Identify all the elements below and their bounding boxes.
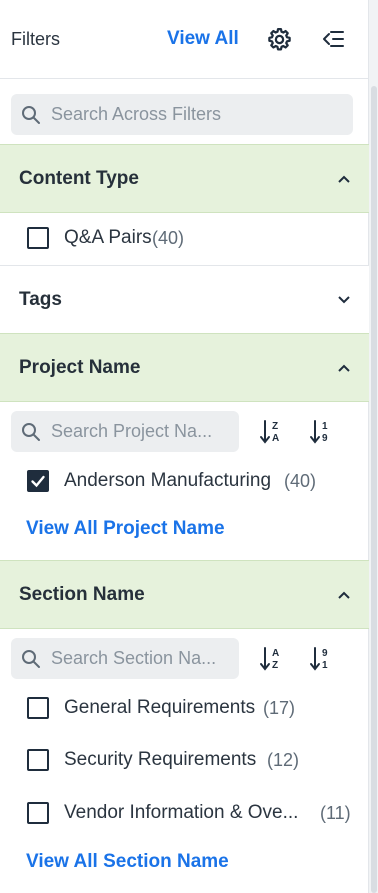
section-title: Tags [19,288,62,310]
svg-text:9: 9 [322,648,328,659]
search-icon [22,650,40,668]
search-across-filters [11,94,353,135]
sort-numeric-asc-icon[interactable]: 1 9 [309,418,333,446]
option-count: (11) [320,803,351,823]
section-header-project-name[interactable]: Project Name [0,333,369,402]
svg-text:A: A [272,433,279,444]
svg-text:Z: Z [272,421,278,432]
option-count: (17) [263,698,296,718]
option-count: (40) [152,228,185,248]
option-label: Vendor Information & Ove... [64,802,299,823]
section-header-tags[interactable]: Tags [0,265,369,334]
section-title: Project Name [19,356,141,378]
section-header-content-type[interactable]: Content Type [0,144,369,213]
filters-header: Filters View All [0,0,369,79]
svg-text:1: 1 [322,421,328,432]
section-header-section-name[interactable]: Section Name [0,560,369,629]
section-title: Section Name [19,583,145,605]
option-label: Anderson Manufacturing [64,470,272,491]
gear-icon[interactable] [266,26,293,53]
checkbox-security-requirements[interactable] [27,749,49,771]
chevron-up-icon[interactable] [336,587,352,603]
section-name-search [11,638,239,679]
collapse-left-icon[interactable] [320,27,346,51]
checkbox-qa-pairs[interactable] [27,227,49,249]
option-label: Q&A Pairs [64,227,152,248]
checkbox-anderson-manufacturing[interactable] [27,470,49,492]
checkbox-vendor-information[interactable] [27,802,49,824]
view-all-section-name-link[interactable]: View All Section Name [26,851,229,873]
view-all-project-name-link[interactable]: View All Project Name [26,518,225,540]
svg-text:1: 1 [322,660,328,671]
filters-title: Filters [11,29,60,49]
search-icon [22,423,40,441]
search-input[interactable] [51,94,346,135]
option-count: (40) [284,471,317,491]
chevron-up-icon[interactable] [336,171,352,187]
section-title: Content Type [19,167,139,189]
section-name-search-input[interactable] [51,638,236,679]
scrollbar-thumb[interactable] [371,86,377,893]
chevron-up-icon[interactable] [336,360,352,376]
chevron-down-icon[interactable] [336,292,352,308]
svg-text:A: A [272,648,279,659]
project-name-search-input[interactable] [51,411,236,452]
option-count: (12) [267,750,300,770]
checkbox-general-requirements[interactable] [27,697,49,719]
view-all-button[interactable]: View All [167,28,239,50]
search-icon [22,106,40,124]
svg-text:9: 9 [322,433,328,444]
option-label: General Requirements [64,697,256,718]
sort-numeric-desc-icon[interactable]: 9 1 [309,645,333,673]
option-label: Security Requirements [64,749,257,770]
project-name-search [11,411,239,452]
svg-text:Z: Z [272,660,278,671]
sort-alpha-desc-icon[interactable]: Z A [259,418,283,446]
sort-alpha-asc-icon[interactable]: A Z [259,645,283,673]
checkmark-icon [31,475,45,488]
